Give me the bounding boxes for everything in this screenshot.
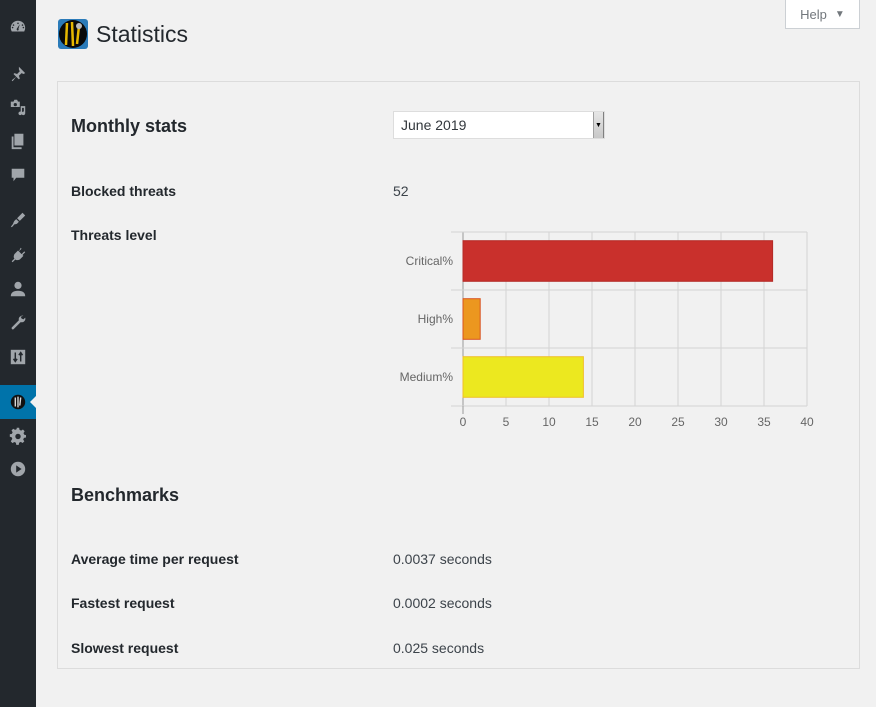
category-label: Medium% xyxy=(400,370,454,384)
help-button[interactable]: Help ▼ xyxy=(785,0,860,29)
threats-level-chart: Critical% High% Medium% 0 5 10 15 20 25 30 35 40 xyxy=(400,231,814,429)
blocked-threats-label: Blocked threats xyxy=(71,183,177,199)
comments-icon xyxy=(11,168,25,182)
pages-icon xyxy=(11,133,24,150)
sidebar-item-settings[interactable] xyxy=(0,340,36,374)
admin-sidebar xyxy=(0,0,36,707)
category-label: High% xyxy=(418,312,454,326)
month-select-value: June 2019 xyxy=(401,117,467,133)
appearance-brush-icon xyxy=(10,212,26,228)
media-icon xyxy=(10,99,26,116)
help-label: Help xyxy=(800,6,827,22)
play-icon xyxy=(10,461,26,477)
monthly-stats-title: Monthly stats xyxy=(71,116,188,136)
sidebar-item-gear[interactable] xyxy=(0,419,36,453)
bar-critical xyxy=(462,240,774,282)
x-tick-label: 40 xyxy=(800,415,814,429)
plugin-logo-icon xyxy=(10,394,26,410)
sidebar-item-statistics-plugin[interactable] xyxy=(0,385,36,419)
category-label: Critical% xyxy=(406,254,454,268)
bar-high xyxy=(462,298,481,340)
x-tick-label: 30 xyxy=(714,415,728,429)
sidebar-item-media-player[interactable] xyxy=(0,452,36,486)
plugins-icon xyxy=(11,247,26,263)
sidebar-item-pages[interactable] xyxy=(0,124,36,158)
benchmark-value: 0.0002 seconds xyxy=(393,595,492,611)
x-tick-label: 5 xyxy=(503,415,510,429)
sidebar-item-media[interactable] xyxy=(0,90,36,124)
benchmarks-title: Benchmarks xyxy=(71,485,180,505)
benchmark-label: Average time per request xyxy=(71,551,239,567)
benchmark-label: Fastest request xyxy=(71,595,175,611)
dashboard-icon xyxy=(10,20,26,32)
sidebar-item-posts[interactable] xyxy=(0,57,36,91)
sidebar-item-plugins[interactable] xyxy=(0,238,36,272)
x-tick-label: 25 xyxy=(671,415,685,429)
x-tick-label: 35 xyxy=(757,415,771,429)
benchmark-value: 0.0037 seconds xyxy=(393,551,492,567)
chevron-down-icon[interactable]: ▼ xyxy=(593,112,604,138)
sidebar-item-appearance[interactable] xyxy=(0,203,36,237)
caret-down-icon: ▼ xyxy=(834,8,845,20)
sidebar-item-users[interactable] xyxy=(0,272,36,306)
x-tick-label: 10 xyxy=(542,415,556,429)
page-title: Statistics xyxy=(96,20,189,47)
x-tick-label: 15 xyxy=(585,415,599,429)
benchmark-label: Slowest request xyxy=(71,640,179,656)
plugin-logo-icon xyxy=(58,19,88,49)
settings-sliders-icon xyxy=(10,349,26,365)
bar-medium xyxy=(462,356,584,398)
users-icon xyxy=(10,281,26,297)
month-select[interactable]: June 2019 ▼ xyxy=(393,111,605,139)
tools-wrench-icon xyxy=(11,315,26,330)
sidebar-item-tools[interactable] xyxy=(0,306,36,340)
benchmark-value: 0.025 seconds xyxy=(393,640,485,656)
gear-icon xyxy=(9,427,27,445)
sidebar-item-dashboard[interactable] xyxy=(0,10,36,44)
blocked-threats-value: 52 xyxy=(393,183,409,199)
sidebar-item-comments[interactable] xyxy=(0,158,36,192)
x-tick-label: 0 xyxy=(460,415,467,429)
threats-level-label: Threats level xyxy=(71,227,157,243)
page-header: Statistics xyxy=(57,17,188,51)
pin-icon xyxy=(11,66,26,82)
x-tick-label: 20 xyxy=(628,415,642,429)
